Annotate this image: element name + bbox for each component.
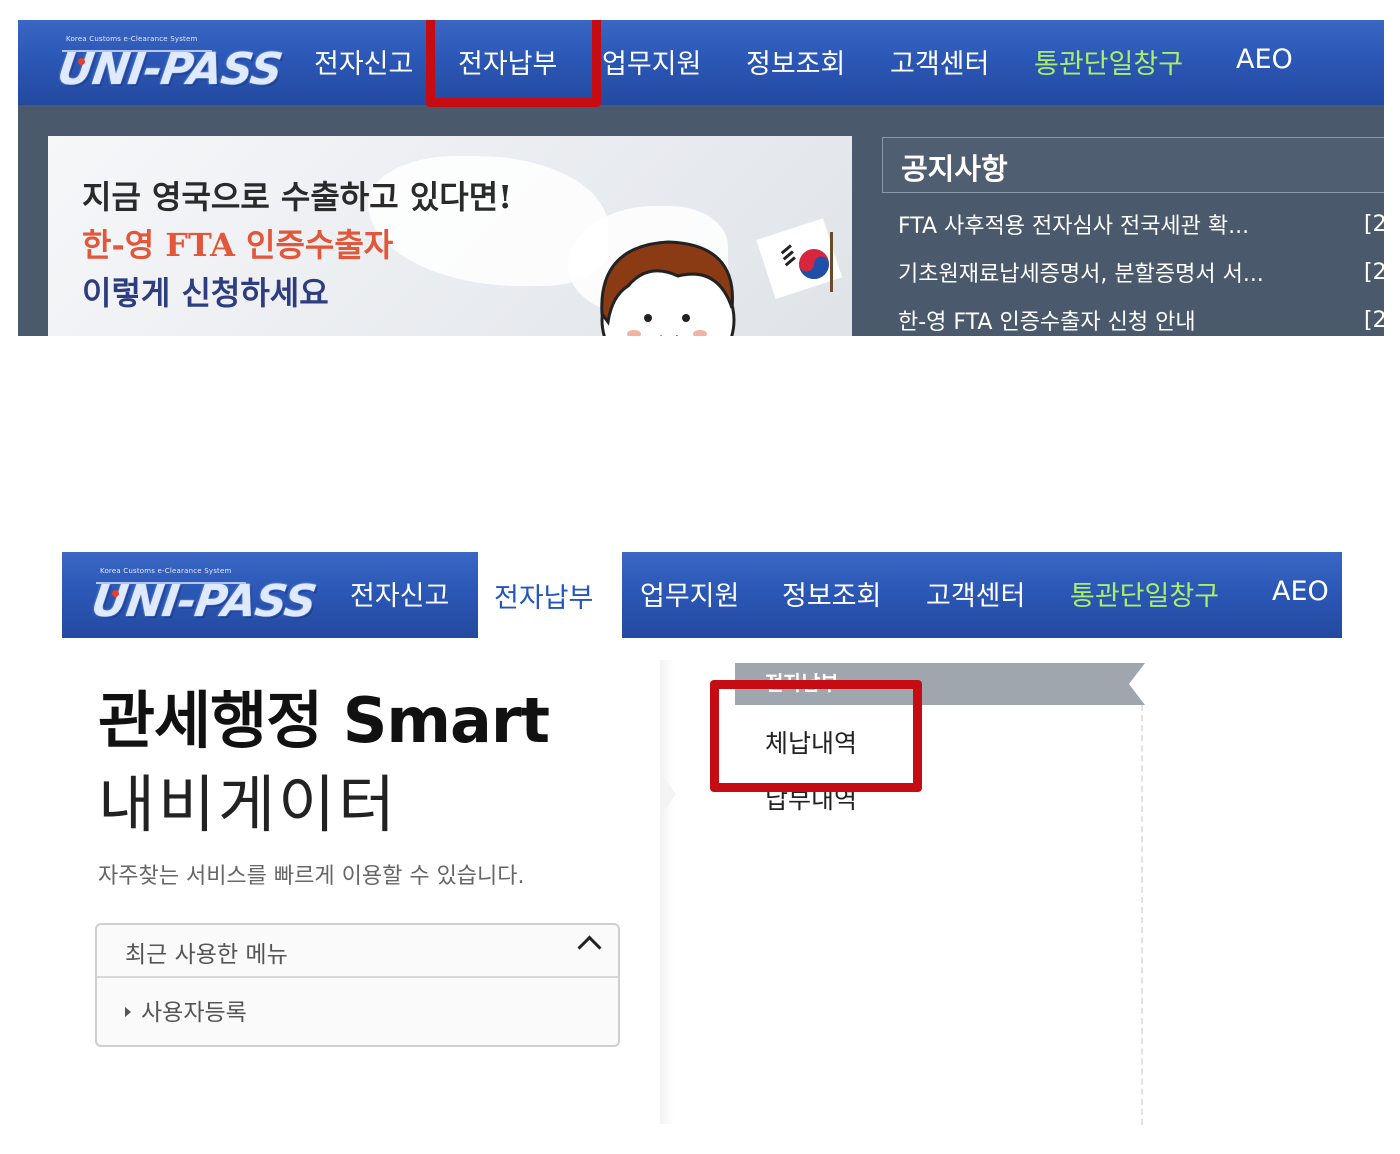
- logo-dot-icon: [78, 58, 85, 65]
- notice-item-date: [2: [1364, 212, 1384, 237]
- notice-item[interactable]: FTA 사후적용 전자심사 전국세관 확...: [898, 208, 1249, 240]
- notice-item[interactable]: 한-영 FTA 인증수출자 신청 안내: [898, 304, 1196, 336]
- nav-item-aeo[interactable]: AEO: [1236, 44, 1293, 75]
- logo-tagline: Korea Customs e-Clearance System: [100, 567, 232, 575]
- screenshot-top: Korea Customs e-Clearance System UNI-PAS…: [18, 20, 1384, 336]
- notice-header[interactable]: 공지사항: [882, 137, 1384, 193]
- logo-wordmark: UNI-PASS: [54, 44, 285, 95]
- unipass-logo[interactable]: Korea Customs e-Clearance System UNI-PAS…: [54, 20, 284, 105]
- top-nav-bar: Korea Customs e-Clearance System UNI-PAS…: [62, 552, 1342, 640]
- logo-dot-icon: [112, 590, 119, 597]
- nav-item-aeo[interactable]: AEO: [1272, 576, 1329, 607]
- nav-tab-e-payment-active[interactable]: 전자납부: [478, 552, 622, 640]
- logo-tagline: Korea Customs e-Clearance System: [66, 35, 198, 43]
- highlight-box-e-payment: [426, 20, 601, 107]
- cartoon-boy-illustration: [600, 218, 843, 336]
- recent-menu-header[interactable]: 최근 사용한 메뉴: [97, 925, 618, 978]
- banner-line-2: 한-영 FTA 인증수출자: [82, 226, 394, 264]
- nav-item-e-report[interactable]: 전자신고: [314, 42, 413, 81]
- nav-item-customer-center[interactable]: 고객센터: [890, 42, 989, 81]
- notice-title: 공지사항: [901, 152, 1008, 186]
- navigator-title-light: 내비게이터: [98, 768, 399, 841]
- top-nav-bar: Korea Customs e-Clearance System UNI-PAS…: [18, 20, 1384, 105]
- logo-wordmark: UNI-PASS: [88, 576, 319, 627]
- navigator-description: 자주찾는 서비스를 빠르게 이용할 수 있습니다.: [98, 864, 525, 889]
- nav-item-info-lookup[interactable]: 정보조회: [746, 42, 845, 81]
- promo-banner[interactable]: 지금 영국으로 수출하고 있다면! 한-영 FTA 인증수출자 이렇게 신청하세…: [48, 136, 852, 336]
- chevron-up-icon[interactable]: [577, 935, 602, 960]
- unipass-logo[interactable]: Korea Customs e-Clearance System UNI-PAS…: [88, 552, 318, 638]
- bullet-arrow-icon: [125, 1007, 131, 1017]
- notice-item-date: [2: [1364, 308, 1384, 333]
- nav-item-work-support[interactable]: 업무지원: [640, 574, 739, 613]
- nav-item-single-window[interactable]: 통관단일창구: [1034, 42, 1183, 81]
- panel-divider: [660, 660, 676, 1124]
- nav-item-single-window[interactable]: 통관단일창구: [1070, 574, 1219, 613]
- recent-menu-panel: 최근 사용한 메뉴 사용자등록: [95, 923, 620, 1047]
- notice-item[interactable]: 기초원재료납세증명서, 분할증명서 서...: [898, 256, 1264, 288]
- nav-item-work-support[interactable]: 업무지원: [602, 42, 701, 81]
- nav-item-customer-center[interactable]: 고객센터: [926, 574, 1025, 613]
- divider-notch: [660, 772, 676, 816]
- highlight-box-arrears: [710, 680, 922, 792]
- screenshot-bottom: Korea Customs e-Clearance System UNI-PAS…: [0, 550, 1400, 1154]
- recent-menu-title: 최근 사용한 메뉴: [125, 942, 288, 968]
- submenu-header-cut: [1129, 663, 1145, 705]
- recent-menu-item[interactable]: 사용자등록: [141, 993, 247, 1027]
- korean-flag-icon: [756, 218, 843, 299]
- navigator-title-bold: 관세행정 Smart: [98, 684, 550, 757]
- banner-line-3: 이렇게 신청하세요: [82, 274, 329, 312]
- banner-line-1: 지금 영국으로 수출하고 있다면!: [82, 178, 513, 216]
- nav-item-info-lookup[interactable]: 정보조회: [782, 574, 881, 613]
- nav-item-e-report[interactable]: 전자신고: [350, 574, 449, 613]
- nav-item-e-payment: 전자납부: [494, 583, 594, 614]
- notice-item-date: [2: [1364, 260, 1384, 285]
